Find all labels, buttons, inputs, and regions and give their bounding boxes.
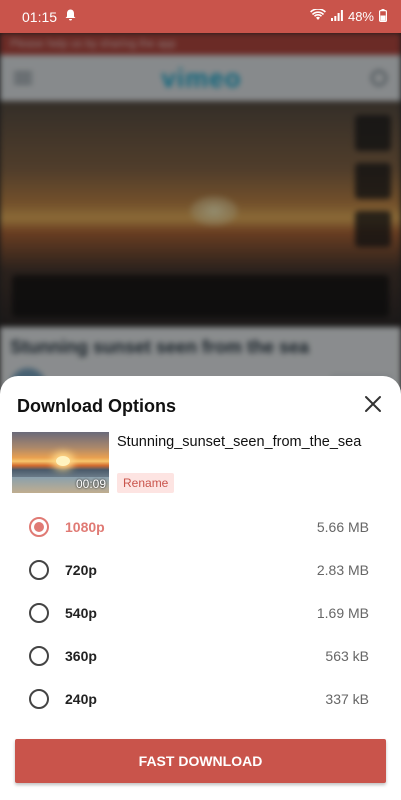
option-240p[interactable]: 240p 337 kB: [0, 677, 401, 720]
battery-icon: [379, 8, 388, 25]
radio-button[interactable]: [29, 602, 49, 623]
video-thumbnail: 00:09: [12, 432, 109, 493]
video-duration: 00:09: [75, 477, 106, 491]
fast-download-button[interactable]: FAST DOWNLOAD: [15, 739, 386, 783]
status-time: 01:15: [22, 8, 58, 25]
resolution-label: 360p: [65, 647, 97, 664]
file-size: 563 kB: [325, 647, 369, 664]
bell-icon: [65, 9, 76, 24]
sheet-title: Download Options: [17, 396, 176, 416]
radio-button[interactable]: [29, 559, 49, 580]
battery-level: 48%: [347, 9, 374, 24]
option-1080p[interactable]: 1080p 5.66 MB: [0, 505, 401, 548]
wifi-icon: [310, 8, 326, 24]
radio-button-selected[interactable]: [29, 516, 49, 537]
rename-button[interactable]: Rename: [117, 473, 175, 493]
option-360p[interactable]: 360p 563 kB: [0, 634, 401, 677]
option-720p[interactable]: 720p 2.83 MB: [0, 548, 401, 591]
radio-button[interactable]: [29, 688, 49, 709]
resolution-label: 720p: [65, 561, 97, 578]
file-name: Stunning_sunset_seen_from_the_sea: [117, 434, 362, 450]
close-icon[interactable]: [363, 394, 383, 414]
file-size: 5.66 MB: [316, 518, 369, 535]
radio-button[interactable]: [29, 645, 49, 666]
status-bar: 01:15 48%: [0, 0, 401, 33]
resolution-options: 1080p 5.66 MB 720p 2.83 MB 540p 1.69 MB …: [0, 505, 401, 720]
download-options-sheet: Download Options 00:09 Stunning_sunset_s…: [0, 376, 401, 800]
thumbnail-sun: [56, 456, 70, 466]
file-size: 1.69 MB: [316, 604, 369, 621]
file-size: 337 kB: [325, 690, 369, 707]
option-540p[interactable]: 540p 1.69 MB: [0, 591, 401, 634]
file-size: 2.83 MB: [316, 561, 369, 578]
resolution-label: 540p: [65, 604, 97, 621]
resolution-label: 240p: [65, 690, 97, 707]
signal-icon: [330, 9, 343, 24]
resolution-label: 1080p: [65, 518, 105, 535]
